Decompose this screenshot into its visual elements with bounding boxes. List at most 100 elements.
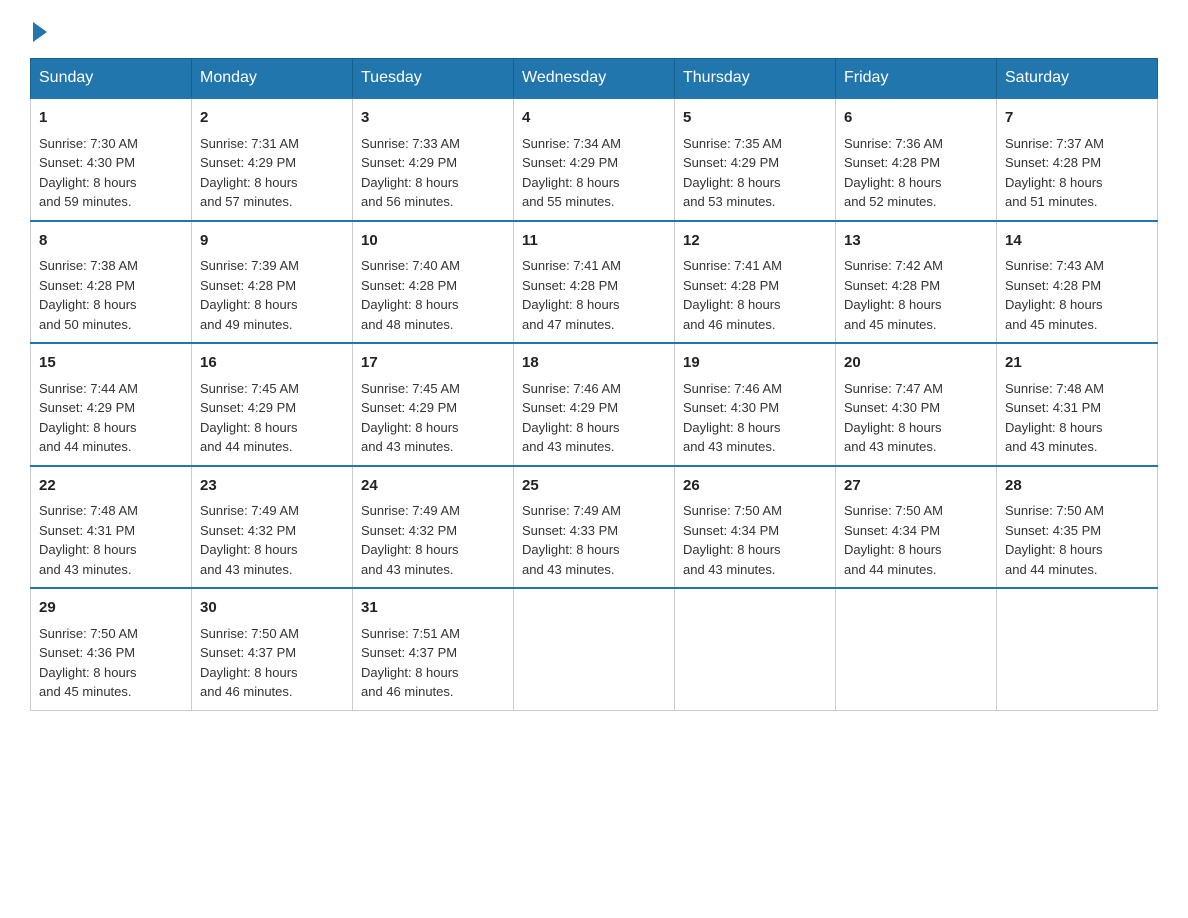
- calendar-day-cell: [675, 588, 836, 710]
- day-number: 7: [1005, 107, 1149, 130]
- calendar-day-cell: 29 Sunrise: 7:50 AMSunset: 4:36 PMDayligh…: [31, 588, 192, 710]
- day-number: 18: [522, 352, 666, 375]
- day-number: 26: [683, 475, 827, 498]
- day-number: 29: [39, 597, 183, 620]
- day-info: Sunrise: 7:45 AMSunset: 4:29 PMDaylight:…: [200, 379, 344, 457]
- day-number: 21: [1005, 352, 1149, 375]
- day-info: Sunrise: 7:36 AMSunset: 4:28 PMDaylight:…: [844, 134, 988, 212]
- day-info: Sunrise: 7:46 AMSunset: 4:29 PMDaylight:…: [522, 379, 666, 457]
- logo-arrow-icon: [33, 22, 47, 42]
- day-info: Sunrise: 7:49 AMSunset: 4:32 PMDaylight:…: [361, 501, 505, 579]
- day-info: Sunrise: 7:45 AMSunset: 4:29 PMDaylight:…: [361, 379, 505, 457]
- calendar-week-row: 29 Sunrise: 7:50 AMSunset: 4:36 PMDayligh…: [31, 588, 1158, 710]
- day-of-week-header: Sunday: [31, 59, 192, 99]
- day-of-week-header: Tuesday: [353, 59, 514, 99]
- day-number: 24: [361, 475, 505, 498]
- day-number: 15: [39, 352, 183, 375]
- day-number: 6: [844, 107, 988, 130]
- day-number: 19: [683, 352, 827, 375]
- calendar-day-cell: 20Sunrise: 7:47 AMSunset: 4:30 PMDayligh…: [836, 343, 997, 466]
- calendar-day-cell: 21 Sunrise: 7:48 AMSunset: 4:31 PMDayligh…: [997, 343, 1158, 466]
- calendar-day-cell: 11 Sunrise: 7:41 AMSunset: 4:28 PMDayligh…: [514, 221, 675, 344]
- calendar-day-cell: [997, 588, 1158, 710]
- calendar-day-cell: 19 Sunrise: 7:46 AMSunset: 4:30 PMDayligh…: [675, 343, 836, 466]
- day-number: 20: [844, 352, 988, 375]
- calendar-day-cell: 23 Sunrise: 7:49 AMSunset: 4:32 PMDayligh…: [192, 466, 353, 589]
- calendar-day-cell: 22Sunrise: 7:48 AMSunset: 4:31 PMDayligh…: [31, 466, 192, 589]
- day-number: 23: [200, 475, 344, 498]
- day-number: 4: [522, 107, 666, 130]
- calendar-day-cell: 26Sunrise: 7:50 AMSunset: 4:34 PMDayligh…: [675, 466, 836, 589]
- day-number: 28: [1005, 475, 1149, 498]
- day-info: Sunrise: 7:41 AMSunset: 4:28 PMDaylight:…: [683, 256, 827, 334]
- day-info: Sunrise: 7:50 AMSunset: 4:35 PMDaylight:…: [1005, 501, 1149, 579]
- calendar-day-cell: 30 Sunrise: 7:50 AMSunset: 4:37 PMDayligh…: [192, 588, 353, 710]
- calendar-day-cell: 27 Sunrise: 7:50 AMSunset: 4:34 PMDayligh…: [836, 466, 997, 589]
- day-number: 17: [361, 352, 505, 375]
- day-info: Sunrise: 7:46 AMSunset: 4:30 PMDaylight:…: [683, 379, 827, 457]
- day-number: 16: [200, 352, 344, 375]
- calendar-day-cell: 25 Sunrise: 7:49 AMSunset: 4:33 PMDayligh…: [514, 466, 675, 589]
- day-info: Sunrise: 7:40 AMSunset: 4:28 PMDaylight:…: [361, 256, 505, 334]
- calendar-day-cell: 12Sunrise: 7:41 AMSunset: 4:28 PMDayligh…: [675, 221, 836, 344]
- calendar-day-cell: 4 Sunrise: 7:34 AMSunset: 4:29 PMDaylight…: [514, 98, 675, 221]
- calendar-week-row: 8 Sunrise: 7:38 AMSunset: 4:28 PMDaylight…: [31, 221, 1158, 344]
- day-of-week-header: Saturday: [997, 59, 1158, 99]
- day-info: Sunrise: 7:34 AMSunset: 4:29 PMDaylight:…: [522, 134, 666, 212]
- day-number: 10: [361, 230, 505, 253]
- calendar-day-cell: 9 Sunrise: 7:39 AMSunset: 4:28 PMDaylight…: [192, 221, 353, 344]
- calendar-day-cell: 15 Sunrise: 7:44 AMSunset: 4:29 PMDayligh…: [31, 343, 192, 466]
- day-of-week-header: Wednesday: [514, 59, 675, 99]
- calendar-day-cell: 13Sunrise: 7:42 AMSunset: 4:28 PMDayligh…: [836, 221, 997, 344]
- calendar-day-cell: [836, 588, 997, 710]
- day-number: 9: [200, 230, 344, 253]
- day-info: Sunrise: 7:39 AMSunset: 4:28 PMDaylight:…: [200, 256, 344, 334]
- day-number: 14: [1005, 230, 1149, 253]
- day-info: Sunrise: 7:31 AMSunset: 4:29 PMDaylight:…: [200, 134, 344, 212]
- day-number: 27: [844, 475, 988, 498]
- calendar-day-cell: 8 Sunrise: 7:38 AMSunset: 4:28 PMDaylight…: [31, 221, 192, 344]
- logo: [30, 20, 47, 38]
- day-info: Sunrise: 7:35 AMSunset: 4:29 PMDaylight:…: [683, 134, 827, 212]
- day-info: Sunrise: 7:50 AMSunset: 4:34 PMDaylight:…: [844, 501, 988, 579]
- calendar-day-cell: 14 Sunrise: 7:43 AMSunset: 4:28 PMDayligh…: [997, 221, 1158, 344]
- day-info: Sunrise: 7:49 AMSunset: 4:33 PMDaylight:…: [522, 501, 666, 579]
- day-number: 30: [200, 597, 344, 620]
- day-number: 8: [39, 230, 183, 253]
- calendar-week-row: 15 Sunrise: 7:44 AMSunset: 4:29 PMDayligh…: [31, 343, 1158, 466]
- day-number: 25: [522, 475, 666, 498]
- day-number: 11: [522, 230, 666, 253]
- day-number: 5: [683, 107, 827, 130]
- calendar-day-cell: 17 Sunrise: 7:45 AMSunset: 4:29 PMDayligh…: [353, 343, 514, 466]
- day-info: Sunrise: 7:42 AMSunset: 4:28 PMDaylight:…: [844, 256, 988, 334]
- day-info: Sunrise: 7:41 AMSunset: 4:28 PMDaylight:…: [522, 256, 666, 334]
- day-info: Sunrise: 7:43 AMSunset: 4:28 PMDaylight:…: [1005, 256, 1149, 334]
- calendar-day-cell: 10 Sunrise: 7:40 AMSunset: 4:28 PMDayligh…: [353, 221, 514, 344]
- day-of-week-header: Monday: [192, 59, 353, 99]
- calendar-day-cell: 31 Sunrise: 7:51 AMSunset: 4:37 PMDayligh…: [353, 588, 514, 710]
- day-of-week-header: Thursday: [675, 59, 836, 99]
- day-info: Sunrise: 7:38 AMSunset: 4:28 PMDaylight:…: [39, 256, 183, 334]
- day-info: Sunrise: 7:51 AMSunset: 4:37 PMDaylight:…: [361, 624, 505, 702]
- calendar-day-cell: 7Sunrise: 7:37 AMSunset: 4:28 PMDaylight…: [997, 98, 1158, 221]
- day-info: Sunrise: 7:44 AMSunset: 4:29 PMDaylight:…: [39, 379, 183, 457]
- calendar-day-cell: 6 Sunrise: 7:36 AMSunset: 4:28 PMDaylight…: [836, 98, 997, 221]
- day-info: Sunrise: 7:50 AMSunset: 4:37 PMDaylight:…: [200, 624, 344, 702]
- day-info: Sunrise: 7:33 AMSunset: 4:29 PMDaylight:…: [361, 134, 505, 212]
- calendar-day-cell: 18 Sunrise: 7:46 AMSunset: 4:29 PMDayligh…: [514, 343, 675, 466]
- day-number: 31: [361, 597, 505, 620]
- day-info: Sunrise: 7:50 AMSunset: 4:36 PMDaylight:…: [39, 624, 183, 702]
- day-number: 1: [39, 107, 183, 130]
- day-info: Sunrise: 7:30 AMSunset: 4:30 PMDaylight:…: [39, 134, 183, 212]
- calendar-day-cell: 5 Sunrise: 7:35 AMSunset: 4:29 PMDaylight…: [675, 98, 836, 221]
- day-of-week-header: Friday: [836, 59, 997, 99]
- calendar-day-cell: 3Sunrise: 7:33 AMSunset: 4:29 PMDaylight…: [353, 98, 514, 221]
- calendar-day-cell: [514, 588, 675, 710]
- day-number: 2: [200, 107, 344, 130]
- calendar-day-cell: 16 Sunrise: 7:45 AMSunset: 4:29 PMDayligh…: [192, 343, 353, 466]
- day-info: Sunrise: 7:49 AMSunset: 4:32 PMDaylight:…: [200, 501, 344, 579]
- day-number: 22: [39, 475, 183, 498]
- page-header: [30, 20, 1158, 38]
- day-info: Sunrise: 7:48 AMSunset: 4:31 PMDaylight:…: [1005, 379, 1149, 457]
- calendar-day-cell: 24 Sunrise: 7:49 AMSunset: 4:32 PMDayligh…: [353, 466, 514, 589]
